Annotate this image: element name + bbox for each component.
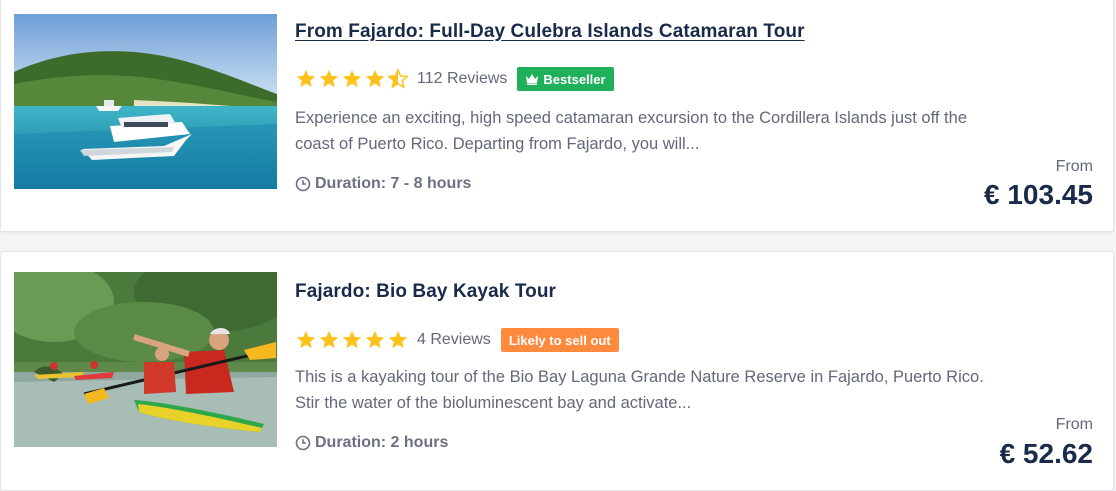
star-icon [319,69,339,88]
tour-image-catamaran[interactable] [14,14,277,189]
review-count: 112 Reviews [417,70,508,87]
rating-row: 4 Reviews Likely to sell out [295,327,619,353]
duration-text: Duration: 7 - 8 hours [315,175,472,192]
star-icon [365,69,385,88]
price: € 52.62 [999,438,1093,469]
clock-icon [295,435,311,451]
description-line: coast of Puerto Rico. Departing from Faj… [295,135,700,153]
tour-card[interactable]: Fajardo: Bio Bay Kayak Tour 4 Reviews Li… [0,251,1114,491]
catamaran-photo [14,14,277,189]
tour-description: Experience an exciting, high speed catam… [295,105,1035,157]
badge-label: Likely to sell out [508,332,611,348]
tour-image-kayak[interactable] [14,272,277,447]
star-rating [295,329,409,351]
price-from-label: From [1055,416,1093,433]
star-icon [319,330,339,349]
star-icon [342,69,362,88]
description-line: This is a kayaking tour of the Bio Bay L… [295,368,984,386]
description-line: Stir the water of the bioluminescent bay… [295,394,692,412]
likely-to-sell-out-badge: Likely to sell out [500,328,619,352]
price: € 103.45 [984,179,1093,210]
half-star-icon [387,68,409,89]
crown-icon [526,74,539,85]
clock-icon [295,176,311,192]
price-from-label: From [1055,158,1093,175]
star-icon [365,330,385,349]
star-icon [296,69,316,88]
tour-card[interactable]: From Fajardo: Full-Day Culebra Islands C… [0,0,1114,232]
tour-title-link[interactable]: Fajardo: Bio Bay Kayak Tour [295,281,556,303]
star-icon [388,330,408,349]
tour-description: This is a kayaking tour of the Bio Bay L… [295,364,1035,416]
star-icon [296,330,316,349]
kayak-photo [14,272,277,447]
rating-row: 112 Reviews Bestseller [295,66,614,92]
star-icon [342,330,362,349]
badge-label: Bestseller [543,71,606,87]
duration-info: Duration: 7 - 8 hours [295,175,471,193]
duration-info: Duration: 2 hours [295,434,448,452]
duration-text: Duration: 2 hours [315,434,449,451]
description-line: Experience an exciting, high speed catam… [295,109,967,127]
tour-title-link[interactable]: From Fajardo: Full-Day Culebra Islands C… [295,21,805,43]
bestseller-badge: Bestseller [517,67,614,91]
review-count: 4 Reviews [417,331,491,348]
star-rating [295,68,409,90]
